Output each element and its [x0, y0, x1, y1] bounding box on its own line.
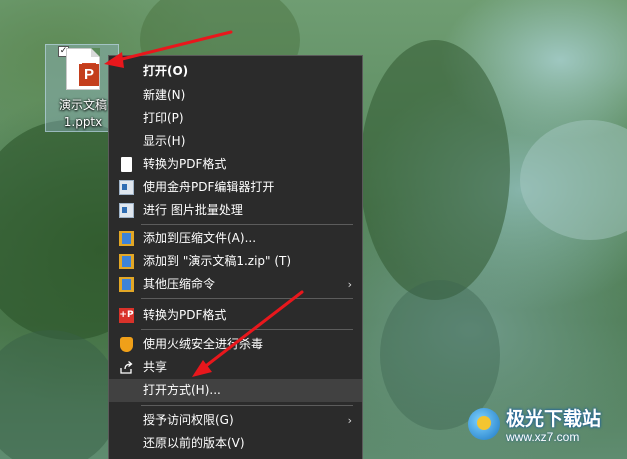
menu-item-label: 打印(P) — [143, 111, 184, 125]
context-menu: 打开(O) 新建(N) 打印(P) 显示(H) 转换为PDF格式 使用金舟PDF… — [108, 55, 363, 459]
menu-item-label: 使用火绒安全进行杀毒 — [143, 337, 264, 351]
menu-item-batch-image[interactable]: 进行 图片批量处理 — [109, 199, 362, 222]
menu-separator — [141, 405, 353, 406]
menu-item-new[interactable]: 新建(N) — [109, 84, 362, 107]
menu-item-label: 还原以前的版本(V) — [143, 436, 245, 450]
site-watermark: 极光下载站 www.xz7.com — [468, 402, 623, 454]
archive-icon — [119, 277, 134, 292]
archive-icon — [119, 231, 134, 246]
menu-item-label: 转换为PDF格式 — [143, 308, 227, 322]
menu-item-antivirus-scan[interactable]: 使用火绒安全进行杀毒 — [109, 333, 362, 356]
menu-item-convert-pdf[interactable]: 转换为PDF格式 — [109, 153, 362, 176]
menu-item-label: 进行 图片批量处理 — [143, 203, 243, 217]
menu-item-label: 其他压缩命令 — [143, 277, 216, 291]
menu-item-label: 添加到 "演示文稿1.zip" (T) — [143, 254, 292, 268]
menu-item-label: 新建(N) — [143, 88, 186, 102]
menu-item-open[interactable]: 打开(O) — [109, 60, 362, 83]
archive-icon — [119, 254, 134, 269]
menu-separator — [141, 329, 353, 330]
chevron-right-icon: › — [347, 278, 352, 291]
menu-separator — [141, 224, 353, 225]
presentation-file-icon: P — [66, 48, 100, 90]
shield-icon — [120, 337, 133, 352]
watermark-logo-icon — [468, 408, 500, 440]
menu-item-print[interactable]: 打印(P) — [109, 107, 362, 130]
menu-item-label: 授予访问权限(G) — [143, 413, 234, 427]
menu-item-label: 添加到压缩文件(A)... — [143, 231, 257, 245]
menu-item-restore-versions[interactable]: 还原以前的版本(V) — [109, 432, 362, 455]
powerpoint-logo-icon: P — [79, 64, 99, 86]
chevron-right-icon: › — [347, 414, 352, 427]
watermark-url: www.xz7.com — [506, 430, 580, 444]
menu-separator — [141, 298, 353, 299]
menu-item-open-with[interactable]: 打开方式(H)... — [109, 379, 362, 402]
menu-item-add-to-zip[interactable]: 添加到 "演示文稿1.zip" (T) — [109, 250, 362, 273]
menu-item-label: 显示(H) — [143, 134, 186, 148]
menu-item-add-archive[interactable]: 添加到压缩文件(A)... — [109, 227, 362, 250]
pdf-convert-icon: +P — [119, 308, 134, 323]
menu-item-label: 转换为PDF格式 — [143, 157, 227, 171]
pdf-editor-icon — [119, 180, 134, 195]
menu-item-convert-pdf-2[interactable]: +P 转换为PDF格式 — [109, 304, 362, 327]
menu-item-label: 打开(O) — [143, 64, 189, 78]
share-icon — [119, 360, 134, 375]
menu-item-label: 打开方式(H)... — [143, 383, 221, 397]
menu-item-grant-access[interactable]: 授予访问权限(G) › — [109, 409, 362, 432]
document-icon — [121, 157, 132, 172]
menu-item-label: 使用金舟PDF编辑器打开 — [143, 180, 275, 194]
menu-item-other-compress[interactable]: 其他压缩命令 › — [109, 273, 362, 296]
menu-item-show[interactable]: 显示(H) — [109, 130, 362, 153]
menu-item-share[interactable]: 共享 — [109, 356, 362, 379]
menu-item-label: 共享 — [143, 360, 168, 374]
image-batch-icon — [119, 203, 134, 218]
menu-item-open-pdf-editor[interactable]: 使用金舟PDF编辑器打开 — [109, 176, 362, 199]
watermark-title: 极光下载站 — [506, 408, 602, 430]
